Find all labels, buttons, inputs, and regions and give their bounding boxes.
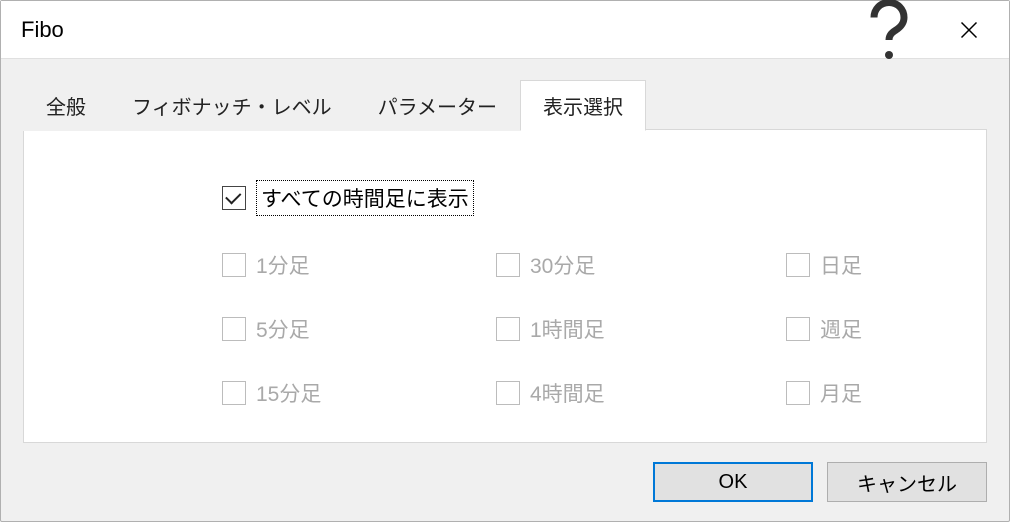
content-area: 全般 フィボナッチ・レベル パラメーター 表示選択 すべての時間足に表示 1分足… <box>1 59 1009 443</box>
dialog-footer: OK キャンセル <box>1 443 1009 521</box>
option-label: 15分足 <box>256 378 321 408</box>
option-label: 1時間足 <box>530 314 605 344</box>
option-d1: 日足 <box>786 250 946 280</box>
m15-checkbox[interactable] <box>222 381 246 405</box>
tab-label: 表示選択 <box>543 97 623 119</box>
tabstrip: 全般 フィボナッチ・レベル パラメーター 表示選択 <box>23 79 987 130</box>
option-label: 4時間足 <box>530 378 605 408</box>
option-h1: 1時間足 <box>496 314 786 344</box>
window-title: Fibo <box>21 17 849 43</box>
option-m30: 30分足 <box>496 250 786 280</box>
dialog-window: Fibo 全般 フィボナッチ・レベル パラメーター 表示選択 すべての時間足に表… <box>0 0 1010 522</box>
titlebar: Fibo <box>1 1 1009 59</box>
tab-display-select[interactable]: 表示選択 <box>520 80 646 131</box>
h4-checkbox[interactable] <box>496 381 520 405</box>
m30-checkbox[interactable] <box>496 253 520 277</box>
d1-checkbox[interactable] <box>786 253 810 277</box>
option-label: 30分足 <box>530 250 595 280</box>
button-label: キャンセル <box>857 468 957 497</box>
option-label: 1分足 <box>256 250 310 280</box>
close-button[interactable] <box>929 1 1009 59</box>
show-all-timeframes-label: すべての時間足に表示 <box>256 180 474 216</box>
tab-label: 全般 <box>46 97 86 119</box>
tab-parameters[interactable]: パラメーター <box>355 80 520 131</box>
ok-button[interactable]: OK <box>653 462 813 502</box>
option-m5: 5分足 <box>222 314 496 344</box>
w1-checkbox[interactable] <box>786 317 810 341</box>
button-label: OK <box>719 471 748 494</box>
tab-label: フィボナッチ・レベル <box>132 97 332 119</box>
help-button[interactable] <box>849 1 929 59</box>
option-m1: 1分足 <box>222 250 496 280</box>
option-label: 月足 <box>820 378 862 408</box>
h1-checkbox[interactable] <box>496 317 520 341</box>
show-all-timeframes-checkbox[interactable] <box>222 186 246 210</box>
m5-checkbox[interactable] <box>222 317 246 341</box>
m1-checkbox[interactable] <box>222 253 246 277</box>
option-w1: 週足 <box>786 314 946 344</box>
tab-general[interactable]: 全般 <box>23 80 109 131</box>
option-h4: 4時間足 <box>496 378 786 408</box>
option-label: 日足 <box>820 250 862 280</box>
close-icon <box>959 20 979 40</box>
cancel-button[interactable]: キャンセル <box>827 462 987 502</box>
tab-label: パラメーター <box>378 97 497 119</box>
tab-fibo-levels[interactable]: フィボナッチ・レベル <box>109 80 355 131</box>
timeframe-grid: 1分足 30分足 日足 5分足 1時間足 <box>222 250 946 408</box>
option-m15: 15分足 <box>222 378 496 408</box>
mn-checkbox[interactable] <box>786 381 810 405</box>
master-checkbox-row: すべての時間足に表示 <box>222 180 946 216</box>
tab-panel: すべての時間足に表示 1分足 30分足 日足 5分足 <box>23 129 987 443</box>
option-label: 5分足 <box>256 314 310 344</box>
option-label: 週足 <box>820 314 862 344</box>
option-mn: 月足 <box>786 378 946 408</box>
